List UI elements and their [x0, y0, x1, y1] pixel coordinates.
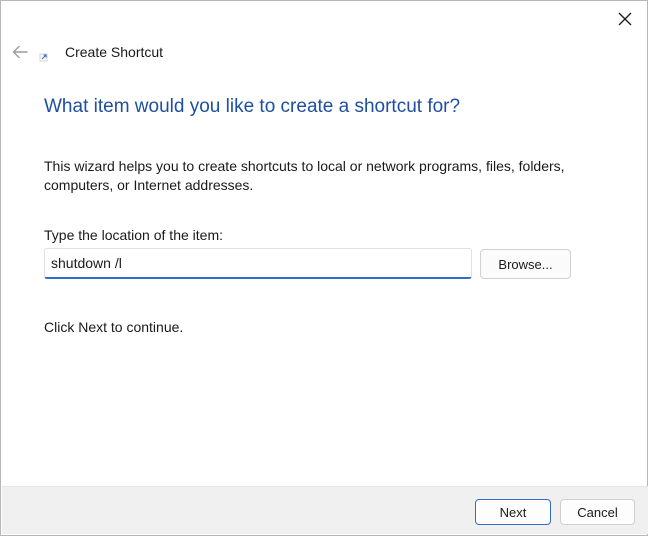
- dialog-title: Create Shortcut: [65, 44, 164, 60]
- location-input[interactable]: [44, 248, 472, 279]
- wizard-heading: What item would you like to create a sho…: [44, 96, 461, 117]
- cancel-button[interactable]: Cancel: [560, 499, 635, 525]
- create-shortcut-window: Create Shortcut What item would you like…: [0, 0, 648, 536]
- browse-button[interactable]: Browse...: [480, 249, 571, 279]
- next-button[interactable]: Next: [475, 499, 551, 525]
- back-arrow-icon: [12, 45, 28, 59]
- back-button[interactable]: [9, 41, 31, 63]
- dialog-footer: [2, 486, 648, 534]
- continue-text: Click Next to continue.: [44, 319, 184, 335]
- wizard-description: This wizard helps you to create shortcut…: [44, 158, 565, 193]
- location-label: Type the location of the item:: [44, 227, 223, 243]
- close-icon: [618, 12, 632, 26]
- close-button[interactable]: [609, 5, 641, 33]
- shortcut-icon: [39, 49, 51, 62]
